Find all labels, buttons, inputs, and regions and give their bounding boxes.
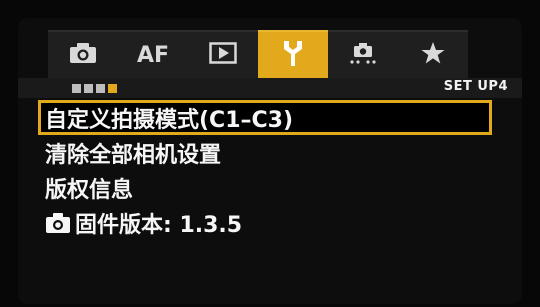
menu-tab-bar: AF — [18, 30, 522, 78]
setup-menu-list: 自定义拍摄模式(C1–C3) 清除全部相机设置 版权信息 固件版本: 1.3.5 — [18, 100, 522, 240]
menu-item-copyright-info[interactable]: 版权信息 — [38, 170, 492, 205]
camera-icon — [45, 212, 71, 234]
tab-my-menu[interactable] — [398, 30, 468, 78]
menu-item-clear-all-settings[interactable]: 清除全部相机设置 — [38, 135, 492, 170]
menu-item-label: 版权信息 — [45, 177, 134, 203]
custom-functions-icon — [348, 40, 378, 70]
menu-item-label: 固件版本: 1.3.5 — [75, 212, 243, 238]
wrench-icon — [280, 39, 306, 71]
tab-setup[interactable] — [258, 30, 328, 78]
menu-item-label: 自定义拍摄模式(C1–C3) — [45, 107, 294, 133]
camera-menu-screen: AF SET UP4 自定义拍摄模式(C1–C3) 清除全部相机设置 版权信息 … — [18, 18, 522, 304]
page-dot — [96, 84, 105, 93]
menu-item-custom-shooting-mode[interactable]: 自定义拍摄模式(C1–C3) — [38, 100, 492, 135]
tab-custom-functions[interactable] — [328, 30, 398, 78]
page-indicator — [72, 84, 120, 93]
tab-shooting[interactable] — [48, 30, 118, 78]
star-icon — [420, 40, 446, 70]
page-dot-current — [108, 84, 117, 93]
page-dot — [72, 84, 81, 93]
page-indicator-row: SET UP4 — [18, 78, 522, 98]
tab-af[interactable]: AF — [118, 30, 188, 78]
tab-playback[interactable] — [188, 30, 258, 78]
camera-icon — [68, 41, 98, 69]
menu-item-label: 清除全部相机设置 — [45, 142, 222, 168]
menu-item-firmware-version[interactable]: 固件版本: 1.3.5 — [38, 205, 492, 240]
tab-af-label: AF — [136, 42, 170, 68]
page-dot — [84, 84, 93, 93]
play-icon — [209, 42, 237, 68]
page-label: SET UP4 — [443, 79, 508, 94]
